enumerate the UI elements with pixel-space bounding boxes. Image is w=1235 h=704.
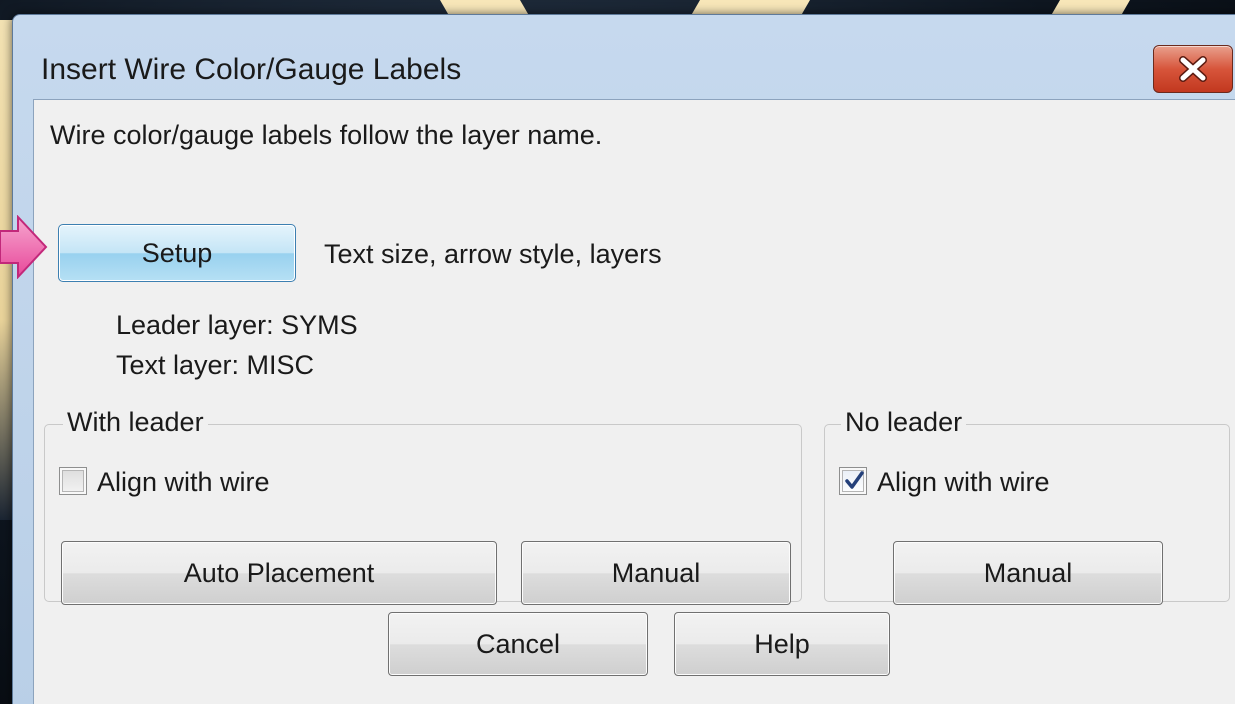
dialog-body: Wire color/gauge labels follow the layer…	[33, 99, 1235, 704]
no-leader-group: No leader Align with wire Manual	[824, 407, 1230, 605]
title-bar[interactable]: Insert Wire Color/Gauge Labels	[13, 15, 1235, 95]
with-leader-title: With leader	[63, 407, 208, 438]
setup-hint-text: Text size, arrow style, layers	[324, 239, 662, 269]
leader-layer-label: Leader layer: SYMS	[116, 310, 358, 340]
cancel-button[interactable]: Cancel	[388, 612, 648, 676]
auto-placement-button[interactable]: Auto Placement	[61, 541, 497, 605]
pointer-arrow-icon	[0, 215, 48, 279]
no-leader-align-checkbox[interactable]	[839, 467, 867, 495]
setup-button[interactable]: Setup	[58, 224, 296, 282]
no-leader-align-label[interactable]: Align with wire	[877, 467, 1050, 498]
with-leader-align-checkbox[interactable]	[59, 467, 87, 495]
with-leader-align-label[interactable]: Align with wire	[97, 467, 270, 498]
text-layer-label: Text layer: MISC	[116, 350, 315, 380]
with-leader-group: With leader Align with wire Auto Placeme…	[44, 407, 802, 605]
no-leader-manual-button[interactable]: Manual	[893, 541, 1163, 605]
with-leader-manual-button[interactable]: Manual	[521, 541, 791, 605]
dialog-title: Insert Wire Color/Gauge Labels	[41, 53, 462, 86]
checkmark-icon	[845, 471, 864, 489]
insert-wire-labels-dialog: Insert Wire Color/Gauge Labels Wire colo…	[12, 14, 1235, 704]
close-icon	[1179, 56, 1207, 82]
description-text: Wire color/gauge labels follow the layer…	[50, 120, 603, 150]
help-button[interactable]: Help	[674, 612, 890, 676]
no-leader-title: No leader	[841, 407, 967, 438]
screen: Insert Wire Color/Gauge Labels Wire colo…	[0, 0, 1235, 704]
close-button[interactable]	[1153, 45, 1233, 93]
